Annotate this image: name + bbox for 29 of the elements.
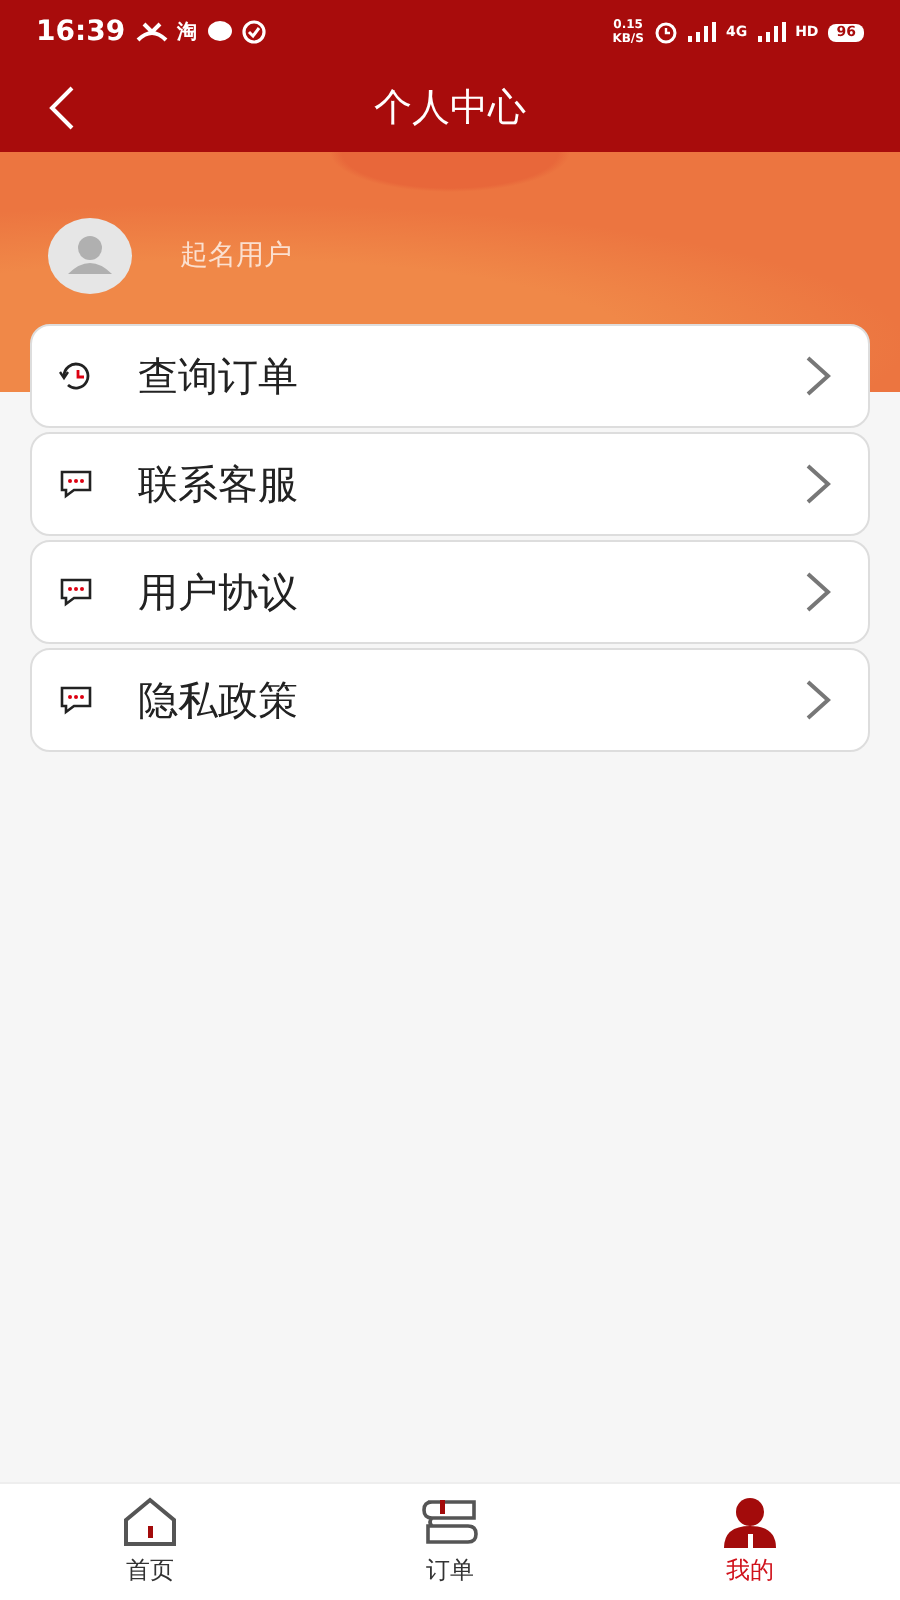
avatar-icon: [48, 218, 132, 294]
chat-bubble-icon: [58, 684, 94, 716]
check-circle-icon: [241, 20, 266, 44]
page-title: 个人中心: [374, 84, 526, 134]
history-icon: [58, 360, 94, 392]
menu-item[interactable]: 查询订单: [30, 324, 870, 428]
back-icon[interactable]: [48, 84, 76, 132]
user-name: 起名用户: [180, 238, 292, 274]
clock-time: 16:39: [36, 16, 126, 48]
chat-bubble-icon: [58, 576, 94, 608]
chevron-right-icon: [804, 462, 832, 506]
app-glyph: 淘: [177, 19, 198, 46]
missed-call-icon: [135, 20, 168, 44]
chat-bubble-icon: [58, 468, 94, 500]
chevron-right-icon: [804, 354, 832, 398]
tab[interactable]: 订单: [300, 1484, 600, 1600]
signal-icon: [757, 22, 786, 42]
chevron-right-icon: [804, 570, 832, 614]
signal-icon: [687, 22, 716, 42]
chevron-right-icon: [804, 678, 832, 722]
tab[interactable]: 我的: [600, 1484, 900, 1600]
menu-item[interactable]: 隐私政策: [30, 648, 870, 752]
alarm-icon: [653, 20, 678, 44]
menu-item[interactable]: 联系客服: [30, 432, 870, 536]
person-icon: [722, 1496, 778, 1548]
home-icon: [122, 1496, 178, 1548]
books-icon: [420, 1496, 480, 1548]
tab[interactable]: 首页: [0, 1484, 300, 1600]
menu-item[interactable]: 用户协议: [30, 540, 870, 644]
